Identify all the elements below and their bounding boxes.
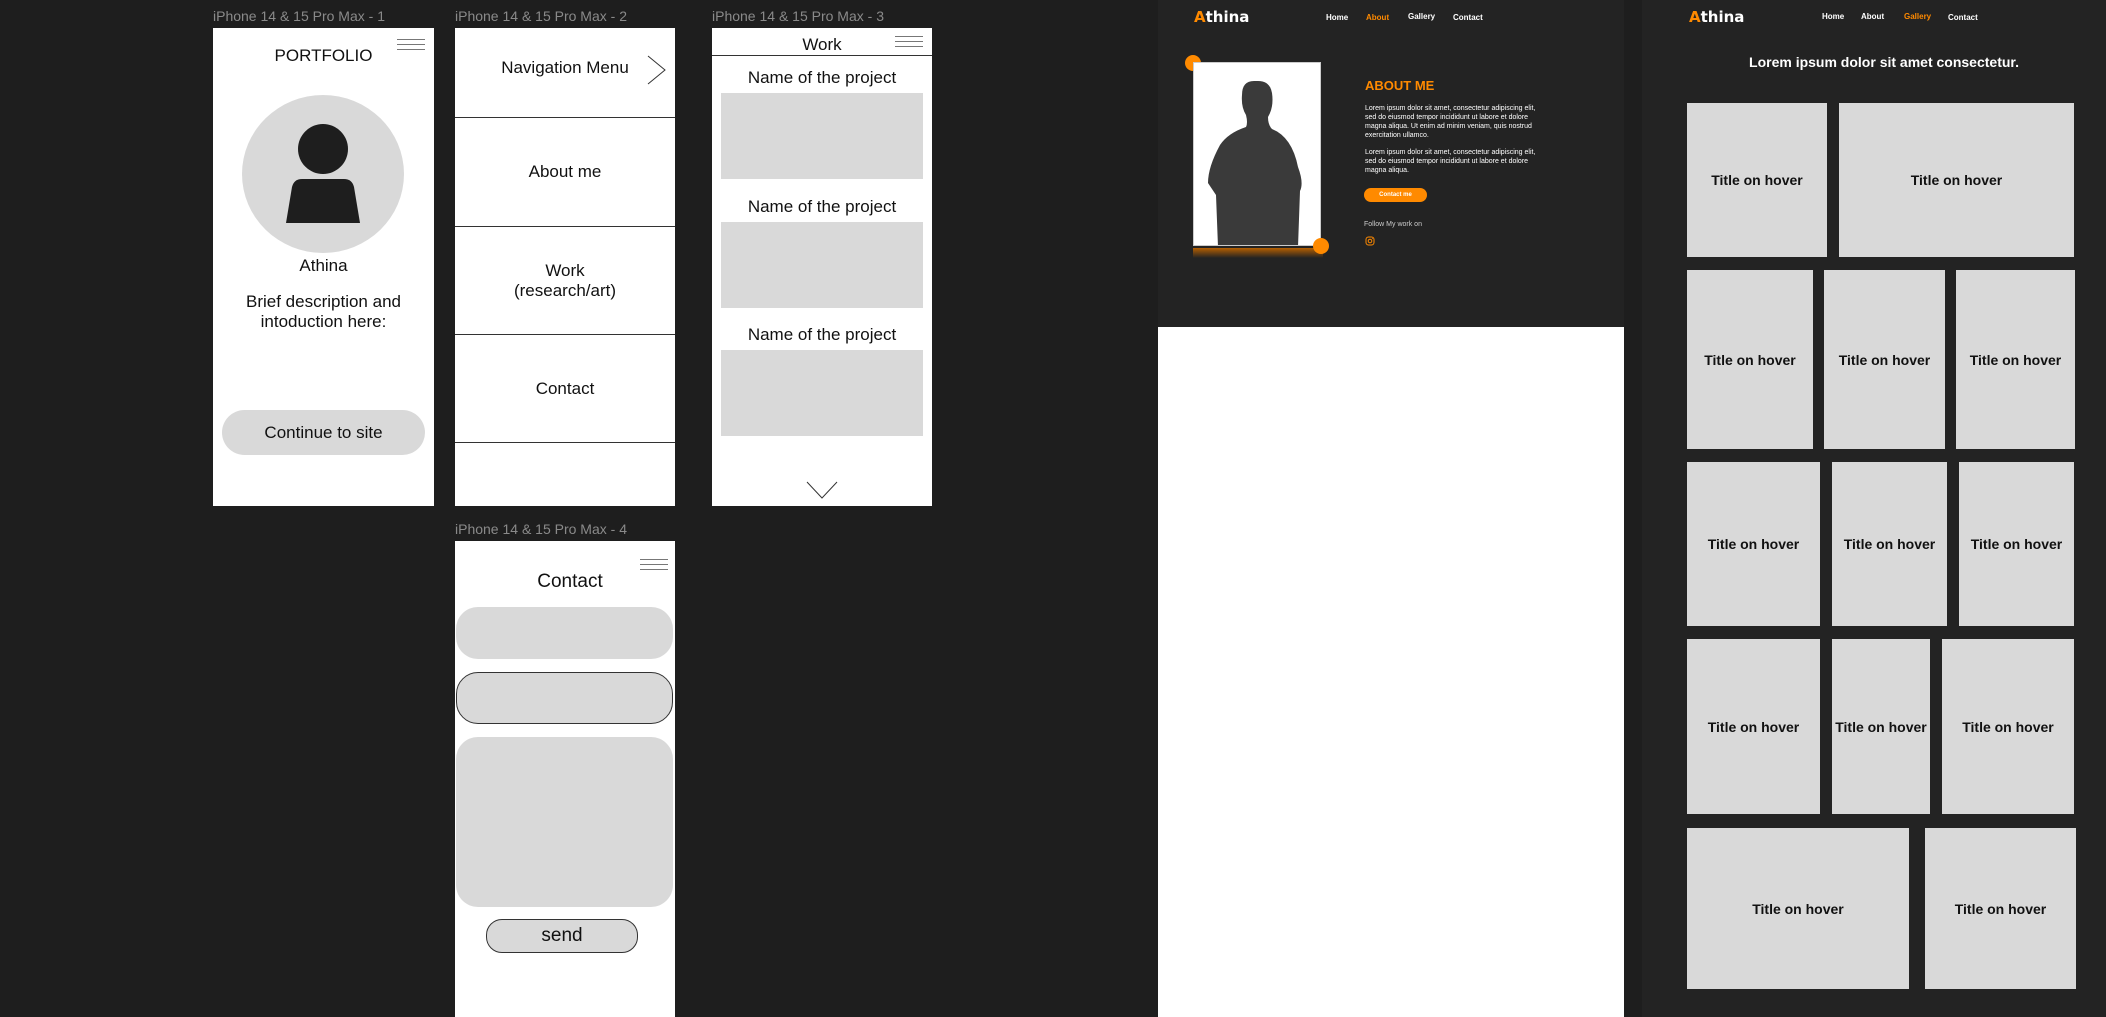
frame-label-1: iPhone 14 & 15 Pro Max - 1 <box>213 8 385 24</box>
paragraph-line: sed do eiusmod tempor incididunt ut labo… <box>1365 114 1529 121</box>
logo[interactable]: Athina <box>1194 8 1249 26</box>
frame-contact: Contact send <box>455 541 675 1017</box>
gallery-tile[interactable]: Title on hover <box>1942 639 2074 814</box>
paragraph-line: magna aliqua. <box>1365 167 1409 174</box>
about-page: Athina Home About Gallery Contact ABOUT … <box>1158 0 1624 327</box>
gallery-tile[interactable]: Title on hover <box>1832 639 1930 814</box>
logo-accent: A <box>1194 8 1206 26</box>
nav-header: Navigation Menu <box>455 28 675 118</box>
about-heading: ABOUT ME <box>1365 78 1435 93</box>
person-icon <box>286 124 360 223</box>
page-title: PORTFOLIO <box>274 46 373 65</box>
nav-gallery[interactable]: Gallery <box>1904 12 1931 21</box>
chevron-down-icon[interactable] <box>805 480 839 500</box>
project-name: Name of the project <box>747 325 897 344</box>
gallery-tile[interactable]: Title on hover <box>1687 462 1820 626</box>
continue-button[interactable]: Continue to site <box>222 410 425 455</box>
message-field[interactable] <box>456 737 673 907</box>
frame-label-3: iPhone 14 & 15 Pro Max - 3 <box>712 8 884 24</box>
description-line: intoduction here: <box>260 312 387 331</box>
menu-item-label: (research/art) <box>513 281 617 300</box>
logo[interactable]: Athina <box>1689 8 1744 26</box>
project-image[interactable] <box>721 350 923 436</box>
gallery-tile[interactable]: Title on hover <box>1687 103 1827 257</box>
gallery-tile[interactable]: Title on hover <box>1687 828 1909 989</box>
divider <box>712 55 932 56</box>
gallery-tile[interactable]: Title on hover <box>1824 270 1945 449</box>
frame-label-4: iPhone 14 & 15 Pro Max - 4 <box>455 521 627 537</box>
paragraph-line: Lorem ipsum dolor sit amet, consectetur … <box>1365 149 1536 156</box>
person-silhouette-icon <box>1208 81 1302 245</box>
project-image[interactable] <box>721 222 923 308</box>
menu-item-label: Work <box>545 261 585 280</box>
nav-about[interactable]: About <box>1366 13 1389 22</box>
nav-home[interactable]: Home <box>1822 12 1844 21</box>
gallery-page: Athina Home About Gallery Contact Lorem … <box>1642 0 2106 1017</box>
frame-label-2: iPhone 14 & 15 Pro Max - 2 <box>455 8 627 24</box>
gallery-tile[interactable]: Title on hover <box>1956 270 2075 449</box>
frame-portfolio-home: PORTFOLIO Athina Brief description and i… <box>213 28 434 506</box>
about-page-blank-area <box>1158 327 1624 1017</box>
photo-shadow <box>1193 248 1323 258</box>
menu-item-contact[interactable]: Contact <box>455 335 675 443</box>
project-image[interactable] <box>721 93 923 179</box>
instagram-icon[interactable] <box>1365 236 1375 246</box>
nav-gallery[interactable]: Gallery <box>1408 12 1435 21</box>
nav-home[interactable]: Home <box>1326 13 1348 22</box>
project-name: Name of the project <box>747 197 897 216</box>
about-paragraph-2: Lorem ipsum dolor sit amet, consectetur … <box>1365 148 1535 175</box>
paragraph-line: magna aliqua. Ut enim ad minim veniam, q… <box>1365 123 1532 130</box>
avatar <box>242 95 404 253</box>
menu-item-about[interactable]: About me <box>455 118 675 226</box>
paragraph-line: sed do eiusmod tempor incididunt ut labo… <box>1365 158 1529 165</box>
frame-navigation-menu: Navigation Menu About me Work (research/… <box>455 28 675 506</box>
logo-accent: A <box>1689 8 1701 26</box>
about-paragraph-1: Lorem ipsum dolor sit amet, consectetur … <box>1365 104 1535 140</box>
contact-me-button[interactable]: Contact me <box>1364 188 1427 202</box>
gallery-tile[interactable]: Title on hover <box>1687 639 1820 814</box>
gallery-heading: Lorem ipsum dolor sit amet consectetur. <box>1749 54 2019 70</box>
gallery-tile[interactable]: Title on hover <box>1687 270 1813 449</box>
frame-work: Work Name of the project Name of the pro… <box>712 28 932 506</box>
profile-name: Athina <box>299 256 348 275</box>
paragraph-line: exercitation ullamco. <box>1365 132 1429 139</box>
paragraph-line: Lorem ipsum dolor sit amet, consectetur … <box>1365 105 1536 112</box>
gallery-tile[interactable]: Title on hover <box>1832 462 1947 626</box>
gallery-tile[interactable]: Title on hover <box>1839 103 2074 257</box>
send-button[interactable]: send <box>486 919 638 953</box>
divider <box>455 442 675 443</box>
description-line: Brief description and <box>246 292 401 311</box>
logo-text: thina <box>1700 8 1745 26</box>
follow-text: Follow My work on <box>1364 221 1422 228</box>
accent-dot <box>1313 238 1329 254</box>
hamburger-menu-icon[interactable] <box>895 36 923 51</box>
nav-contact[interactable]: Contact <box>1453 13 1483 22</box>
name-field[interactable] <box>456 607 673 659</box>
gallery-tile[interactable]: Title on hover <box>1925 828 2076 989</box>
page-title: Contact <box>537 571 603 592</box>
menu-item-work[interactable]: Work (research/art) <box>455 227 675 335</box>
logo-text: thina <box>1205 8 1250 26</box>
description: Brief description and intoduction here: <box>213 292 434 332</box>
nav-contact[interactable]: Contact <box>1948 13 1978 22</box>
project-name: Name of the project <box>747 68 897 87</box>
nav-about[interactable]: About <box>1861 12 1884 21</box>
profile-photo <box>1193 62 1321 246</box>
email-field[interactable] <box>456 672 673 724</box>
chevron-right-icon[interactable] <box>646 54 668 86</box>
gallery-tile[interactable]: Title on hover <box>1959 462 2074 626</box>
nav-heading: Navigation Menu <box>501 58 629 77</box>
